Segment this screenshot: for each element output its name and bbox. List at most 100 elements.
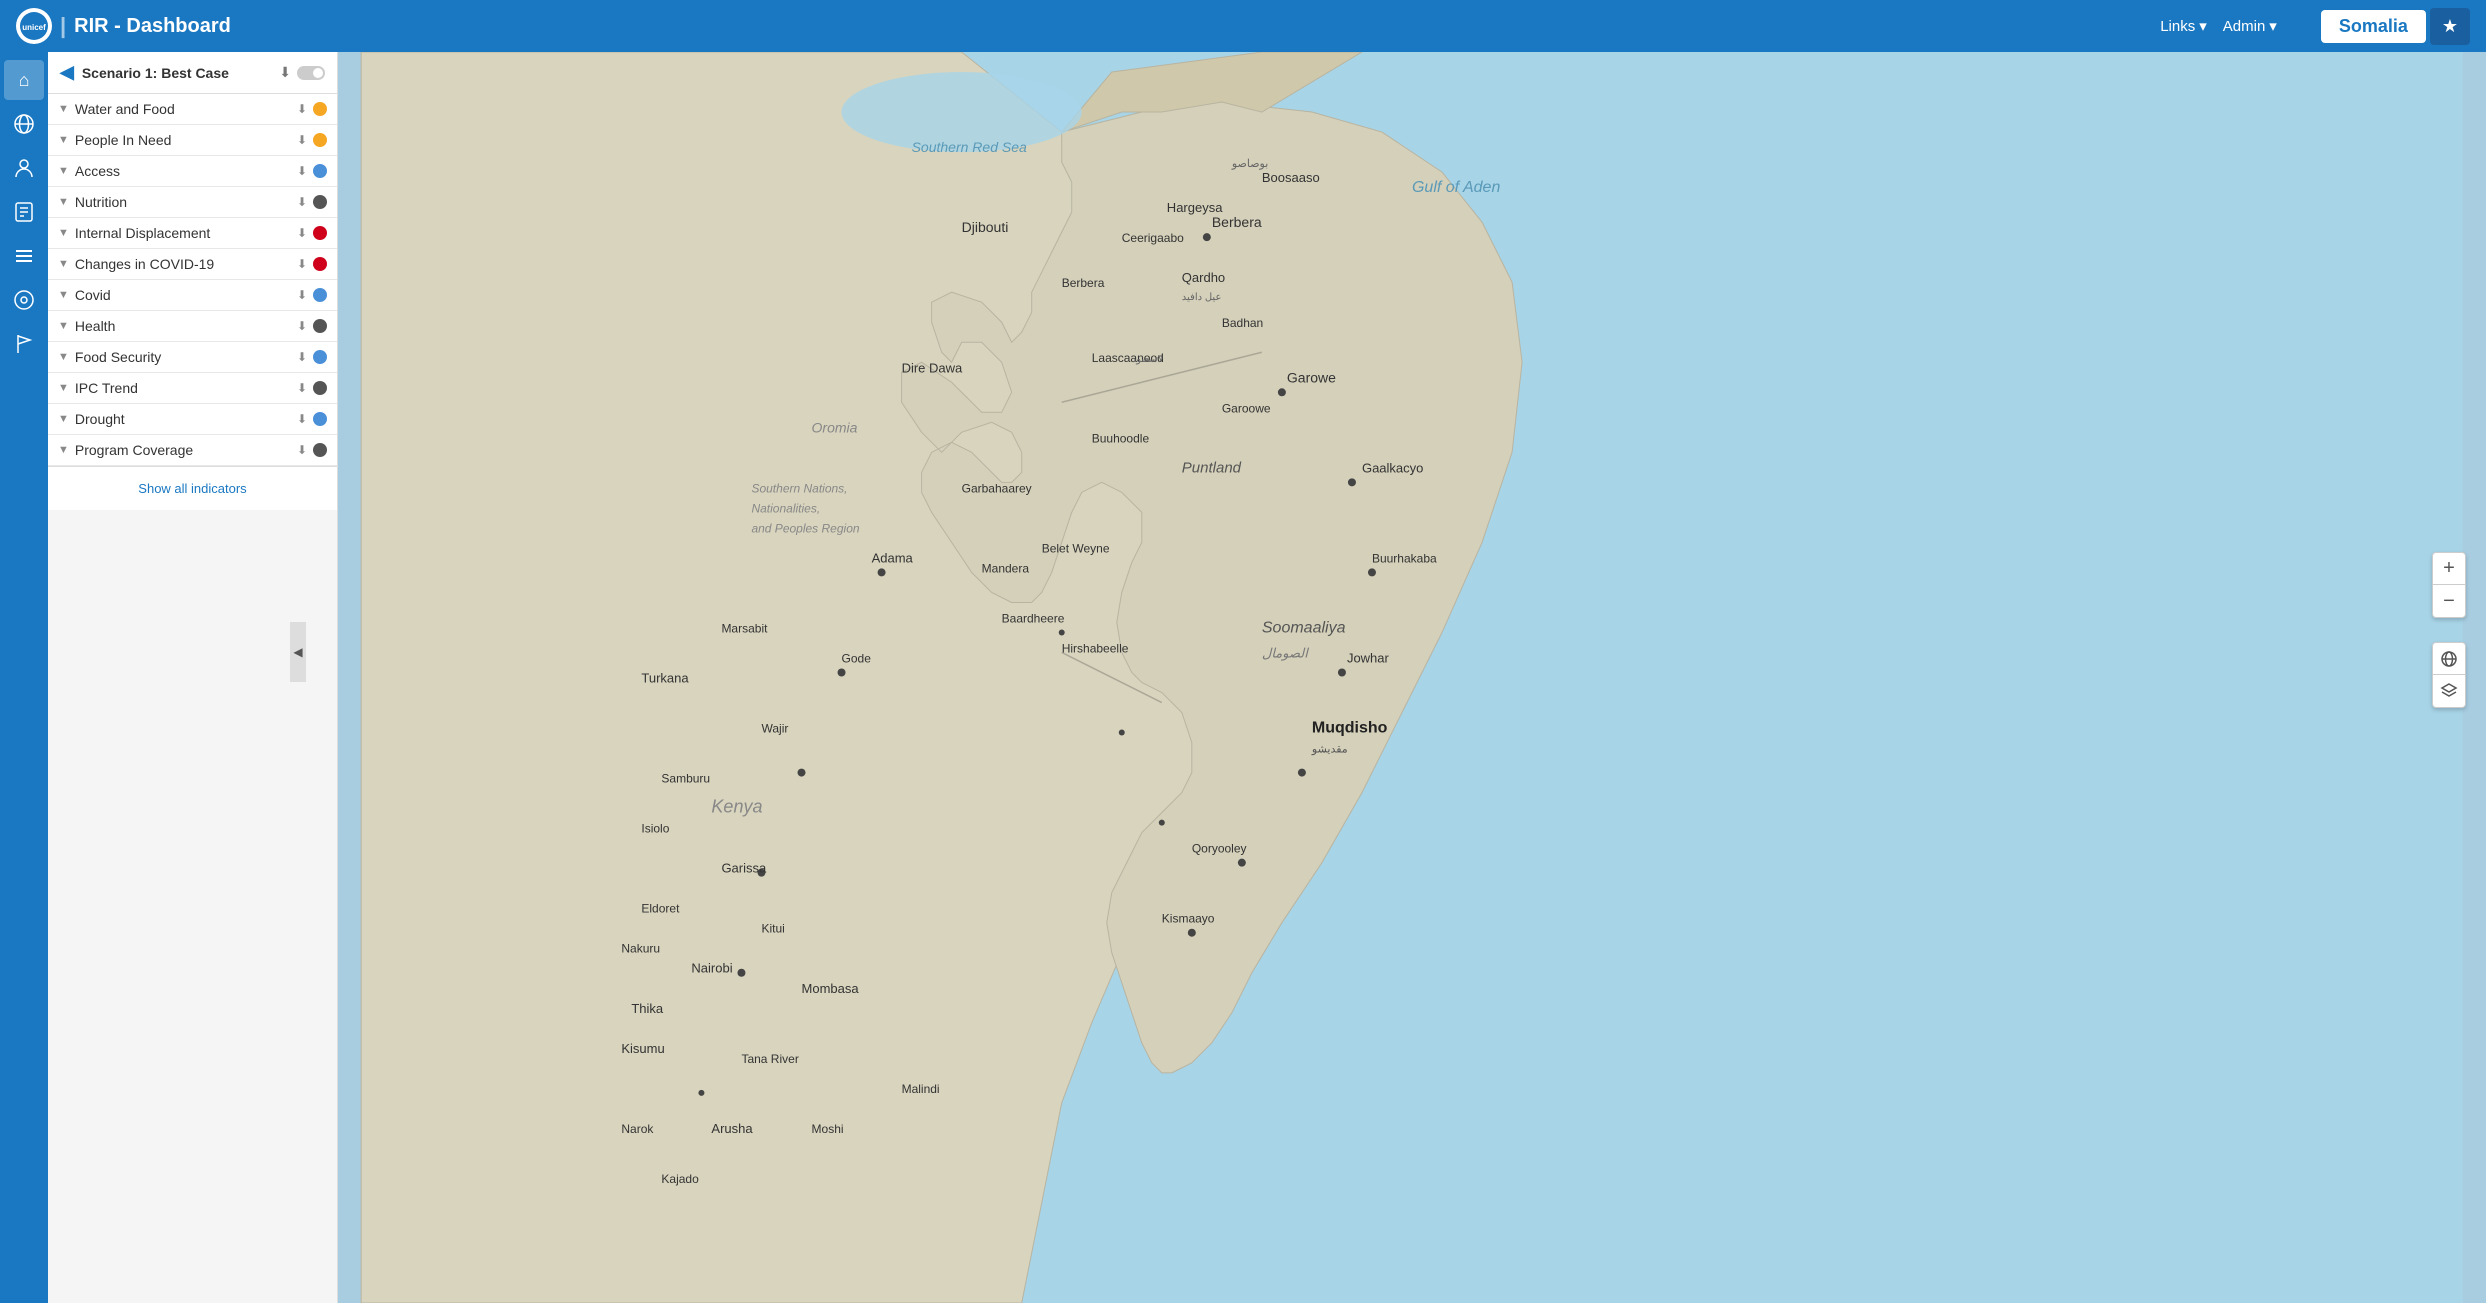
svg-text:Berbera: Berbera xyxy=(1212,214,1262,230)
svg-text:عيل دافيد: عيل دافيد xyxy=(1182,292,1222,303)
arrow-left-icon[interactable]: ◀ xyxy=(60,62,74,83)
svg-text:Berbera: Berbera xyxy=(1062,276,1105,290)
status-dot xyxy=(313,381,327,395)
status-dot xyxy=(313,257,327,271)
chevron-down-icon: ▼ xyxy=(58,196,69,208)
download-icon[interactable]: ⬇ xyxy=(297,195,307,209)
svg-text:الصومال: الصومال xyxy=(1262,645,1309,661)
svg-text:Buurhakaba: Buurhakaba xyxy=(1372,551,1437,565)
layer-item-program-coverage[interactable]: ▼ Program Coverage ⬇ xyxy=(48,435,337,466)
app-title: RIR - Dashboard xyxy=(74,15,231,38)
country-label: Somalia xyxy=(2321,10,2426,43)
layers-list: ▼ Water and Food ⬇ ▼ People In Need ⬇ ▼ … xyxy=(48,94,337,466)
chevron-down-icon: ▼ xyxy=(58,165,69,177)
show-all-indicators-button[interactable]: Show all indicators xyxy=(48,466,337,510)
status-dot xyxy=(313,350,327,364)
download-icon[interactable]: ⬇ xyxy=(297,226,307,240)
download-icon[interactable]: ⬇ xyxy=(297,319,307,333)
status-dot xyxy=(313,102,327,116)
download-icon[interactable]: ⬇ xyxy=(297,412,307,426)
scenario-header: ◀ Scenario 1: Best Case ⬇ xyxy=(48,52,337,94)
sidebar-item-home[interactable]: ⌂ xyxy=(4,60,44,100)
layer-item-drought[interactable]: ▼ Drought ⬇ xyxy=(48,404,337,435)
svg-text:Mandera: Mandera xyxy=(982,561,1030,575)
map-extra-controls xyxy=(2432,642,2466,708)
layer-item-food-security[interactable]: ▼ Food Security ⬇ xyxy=(48,342,337,373)
svg-text:لاسعنود: لاسعنود xyxy=(1132,354,1164,365)
favorite-star-button[interactable]: ★ xyxy=(2430,8,2470,45)
svg-text:Marsabit: Marsabit xyxy=(721,621,768,635)
svg-text:Kismaayo: Kismaayo xyxy=(1162,912,1215,926)
status-dot xyxy=(313,195,327,209)
layer-item-water-food[interactable]: ▼ Water and Food ⬇ xyxy=(48,94,337,125)
layer-controls: ⬇ xyxy=(297,319,327,333)
svg-text:Garbahaarey: Garbahaarey xyxy=(962,481,1032,495)
globe-button[interactable] xyxy=(2433,643,2465,675)
svg-text:Nairobi: Nairobi xyxy=(691,961,732,976)
download-icon[interactable]: ⬇ xyxy=(297,133,307,147)
chevron-down-icon: ▼ xyxy=(58,103,69,115)
svg-text:Qardho: Qardho xyxy=(1182,270,1225,285)
sidebar-item-flag[interactable] xyxy=(4,324,44,364)
svg-text:Wajir: Wajir xyxy=(761,722,788,736)
svg-text:Puntland: Puntland xyxy=(1182,459,1242,476)
svg-text:Oromia: Oromia xyxy=(812,419,858,435)
status-dot xyxy=(313,164,327,178)
top-navigation: unicef | RIR - Dashboard Links ▾ Admin ▾… xyxy=(0,0,2486,52)
layer-item-people-in-need[interactable]: ▼ People In Need ⬇ xyxy=(48,125,337,156)
layer-item-nutrition[interactable]: ▼ Nutrition ⬇ xyxy=(48,187,337,218)
layer-item-health[interactable]: ▼ Health ⬇ xyxy=(48,311,337,342)
svg-text:Kajado: Kajado xyxy=(661,1172,699,1186)
svg-text:Adama: Adama xyxy=(872,550,914,565)
status-dot xyxy=(313,412,327,426)
scenario-toggle[interactable] xyxy=(297,66,325,80)
svg-text:Garissa: Garissa xyxy=(721,861,767,876)
svg-text:مقديشو: مقديشو xyxy=(1311,744,1348,756)
download-icon[interactable]: ⬇ xyxy=(297,288,307,302)
layer-controls: ⬇ xyxy=(297,226,327,240)
scenario-controls: ⬇ xyxy=(279,64,325,81)
layers-button[interactable] xyxy=(2433,675,2465,707)
svg-text:Nationalities,: Nationalities, xyxy=(751,501,820,515)
layer-item-access[interactable]: ▼ Access ⬇ xyxy=(48,156,337,187)
sidebar-item-earth[interactable] xyxy=(4,280,44,320)
svg-text:Badhan: Badhan xyxy=(1222,316,1263,330)
layer-controls: ⬇ xyxy=(297,350,327,364)
svg-text:Baardheere: Baardheere xyxy=(1002,611,1065,625)
svg-text:Soomaaliya: Soomaaliya xyxy=(1262,619,1346,636)
layer-item-covid[interactable]: ▼ Covid ⬇ xyxy=(48,280,337,311)
download-icon[interactable]: ⬇ xyxy=(297,381,307,395)
download-icon[interactable]: ⬇ xyxy=(279,64,291,81)
chevron-down-icon: ▼ xyxy=(58,320,69,332)
svg-text:Hargeysa: Hargeysa xyxy=(1167,200,1223,215)
download-icon[interactable]: ⬇ xyxy=(297,350,307,364)
sidebar-item-person[interactable] xyxy=(4,148,44,188)
links-menu[interactable]: Links ▾ xyxy=(2160,17,2207,35)
sidebar-item-globe[interactable] xyxy=(4,104,44,144)
nav-links: Links ▾ Admin ▾ xyxy=(2160,17,2277,35)
scenario-label: ◀ Scenario 1: Best Case xyxy=(60,62,229,83)
download-icon[interactable]: ⬇ xyxy=(297,443,307,457)
layer-item-ipc-trend[interactable]: ▼ IPC Trend ⬇ xyxy=(48,373,337,404)
zoom-in-button[interactable]: + xyxy=(2433,553,2465,585)
svg-text:Nakuru: Nakuru xyxy=(621,942,660,956)
map-area[interactable]: Berbera Garowe Gaalkacyo Buurhakaba Jowh… xyxy=(338,52,2486,1303)
download-icon[interactable]: ⬇ xyxy=(297,164,307,178)
main-layout: ⌂ xyxy=(0,52,2486,1303)
status-dot xyxy=(313,319,327,333)
layer-item-internal-displacement[interactable]: ▼ Internal Displacement ⬇ xyxy=(48,218,337,249)
chevron-down-icon: ▼ xyxy=(58,134,69,146)
layer-item-changes-covid[interactable]: ▼ Changes in COVID-19 ⬇ xyxy=(48,249,337,280)
chevron-down-icon: ▼ xyxy=(58,351,69,363)
svg-text:Garoowe: Garoowe xyxy=(1222,401,1271,415)
sidebar-collapse-button[interactable]: ◀ xyxy=(290,622,306,682)
layer-controls: ⬇ xyxy=(297,381,327,395)
sidebar-item-list[interactable] xyxy=(4,236,44,276)
zoom-out-button[interactable]: − xyxy=(2433,585,2465,617)
sidebar-item-book[interactable] xyxy=(4,192,44,232)
download-icon[interactable]: ⬇ xyxy=(297,257,307,271)
download-icon[interactable]: ⬇ xyxy=(297,102,307,116)
admin-menu[interactable]: Admin ▾ xyxy=(2223,17,2277,35)
svg-text:Thika: Thika xyxy=(631,1001,664,1016)
svg-text:Isiolo: Isiolo xyxy=(641,822,669,836)
